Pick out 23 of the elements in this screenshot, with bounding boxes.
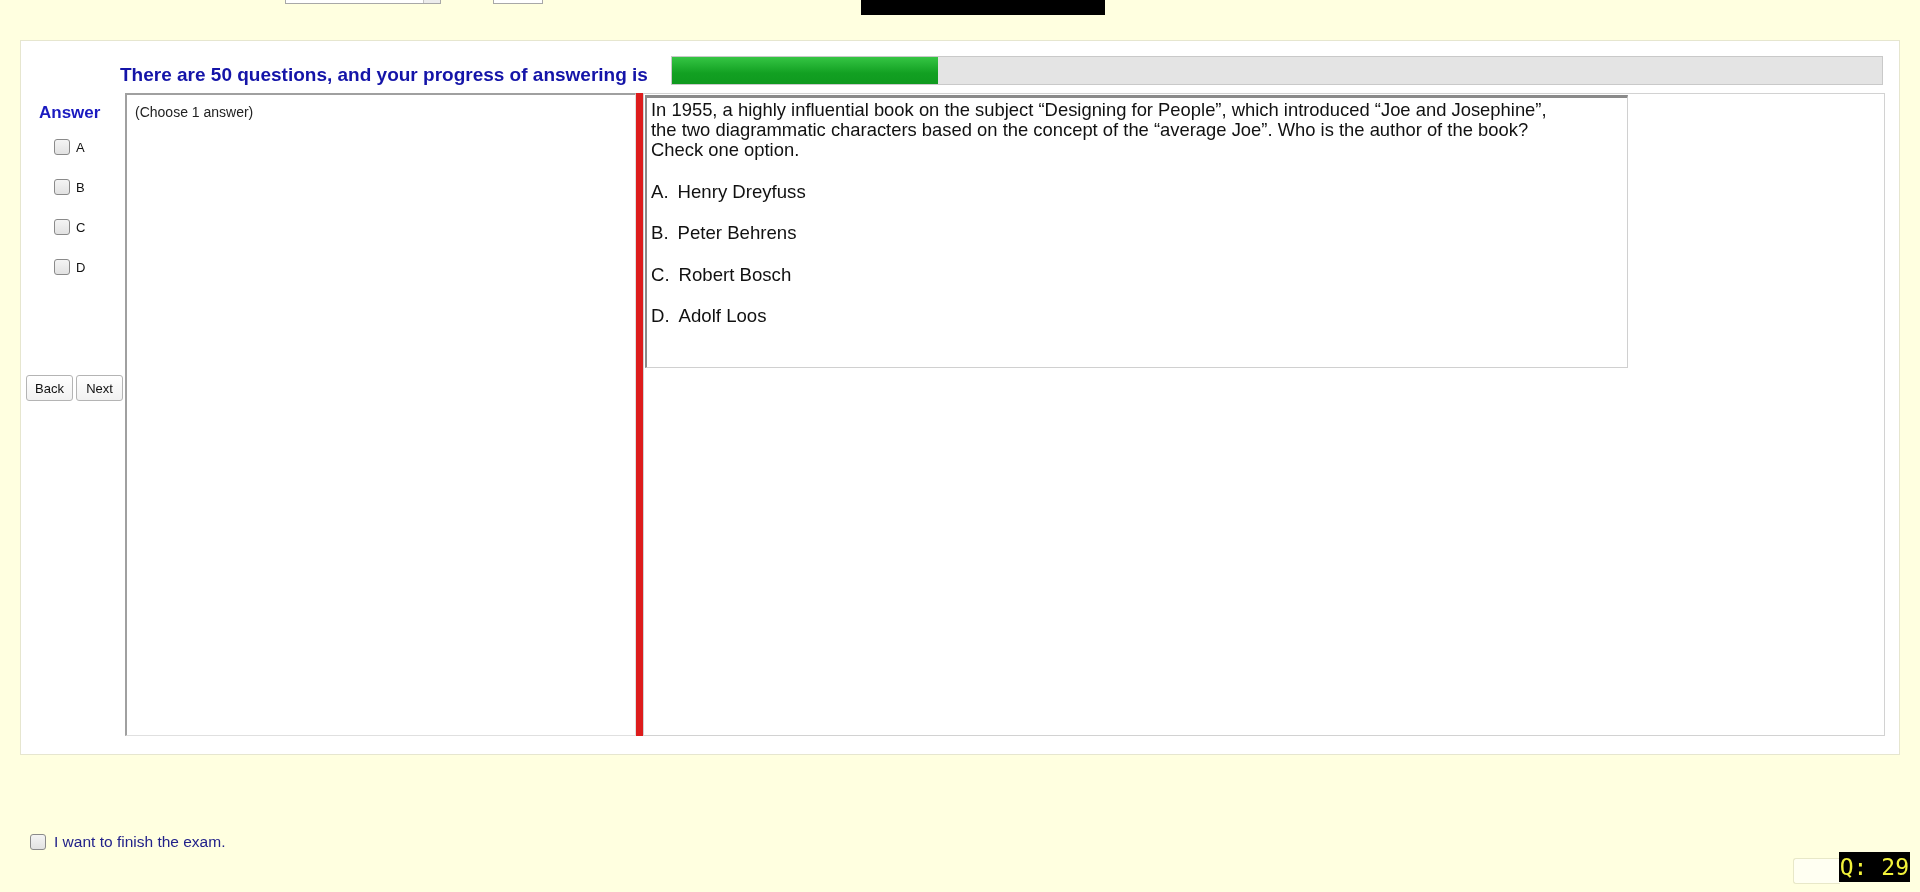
answer-option: B. Peter Behrens (651, 212, 1623, 254)
answer-option: C. Robert Bosch (651, 254, 1623, 296)
checkbox-label: C (76, 219, 86, 235)
answer-heading: Answer (38, 103, 102, 123)
checkbox-label: A (76, 139, 85, 155)
back-button[interactable]: Back (26, 375, 73, 401)
instruction-text: (Choose 1 answer) (135, 104, 254, 120)
checkbox[interactable] (54, 179, 70, 195)
checkbox-label: I want to finish the exam. (54, 833, 226, 851)
next-button[interactable]: Next (76, 375, 123, 401)
answer-option: D. Adolf Loos (651, 295, 1623, 337)
dropdown-field[interactable] (285, 0, 441, 4)
checkbox-label: D (76, 259, 86, 275)
input-field[interactable] (493, 0, 543, 4)
answer-option: A. Henry Dreyfuss (651, 171, 1623, 213)
checkbox[interactable] (54, 259, 70, 275)
question-number-badge: Q: 29 (1838, 852, 1910, 882)
checkbox-label: B (76, 179, 85, 195)
question-text: In 1955, a highly influential book on the subject “Designing for People”, which introduced “Joe and Josephine”, the two diagrammatic characters based on the concept of the “average Joe”. Who is the author of the book? Check one option. (651, 100, 1548, 160)
checkbox[interactable] (54, 139, 70, 155)
progress-label: There are 50 questions, and your progress of answering is (120, 63, 649, 86)
checkbox[interactable] (30, 834, 46, 850)
checkbox[interactable] (54, 219, 70, 235)
